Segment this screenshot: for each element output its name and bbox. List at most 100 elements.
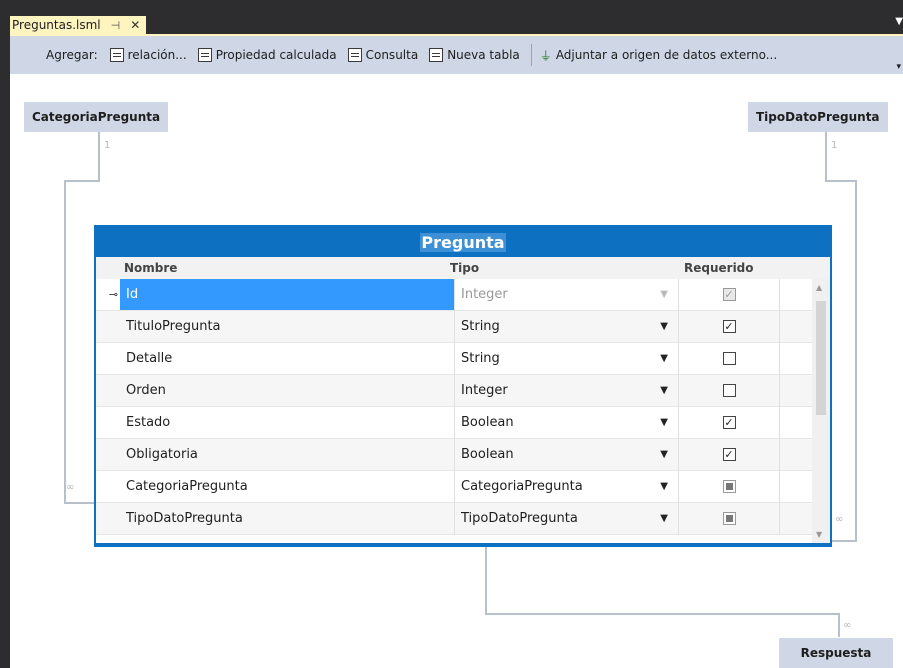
toolbar-separator	[530, 44, 532, 66]
add-computed-property-button[interactable]: Propiedad calculada	[197, 48, 337, 62]
categoria-multiplicity: 1	[104, 140, 111, 151]
property-name-cell[interactable]: Obligatoria	[120, 439, 454, 470]
entity-pregunta-title: Pregunta	[96, 227, 830, 257]
relation-icon	[109, 48, 124, 62]
connector-respuesta-up	[838, 613, 840, 637]
tipodato-multiplicity: 1	[831, 140, 838, 151]
property-type-value: Boolean	[461, 447, 514, 462]
pin-icon[interactable]: ⊣	[111, 19, 121, 32]
property-type-value: TipoDatoPregunta	[461, 511, 578, 526]
document-tab-title: Preguntas.lsml	[12, 18, 101, 32]
connector-right-to-table	[832, 540, 857, 542]
property-type-select[interactable]: CategoriaPregunta ▼	[454, 471, 678, 502]
property-type-select[interactable]: String ▼	[454, 311, 678, 342]
new-table-button[interactable]: Nueva tabla	[429, 48, 520, 62]
required-checkbox[interactable]: ✓	[722, 320, 736, 333]
column-header-name[interactable]: Nombre	[96, 261, 450, 275]
entity-tipo-dato-pregunta[interactable]: TipoDatoPregunta	[748, 102, 888, 132]
dropdown-arrow-icon[interactable]: ▼	[660, 449, 668, 460]
table-row[interactable]: Orden Integer ▼	[96, 375, 830, 407]
property-name-cell[interactable]: TituloPregunta	[120, 311, 454, 342]
property-type-select[interactable]: String ▼	[454, 343, 678, 374]
property-type-select[interactable]: Boolean ▼	[454, 439, 678, 470]
table-row[interactable]: Detalle String ▼	[96, 343, 830, 375]
add-relation-button[interactable]: relación...	[109, 48, 187, 62]
connector-left-to-table	[64, 502, 96, 504]
grid-header: Nombre Tipo Requerido	[96, 257, 830, 279]
required-checkbox[interactable]	[722, 512, 736, 525]
grid-scrollbar[interactable]: ▲ ▼	[812, 279, 830, 543]
entity-categoria-pregunta[interactable]: CategoriaPregunta	[24, 102, 169, 132]
document-tab[interactable]: Preguntas.lsml ⊣ ✕	[10, 16, 147, 34]
property-name-cell[interactable]: CategoriaPregunta	[120, 471, 454, 502]
computed-property-icon	[197, 48, 212, 62]
dropdown-arrow-icon[interactable]: ▼	[660, 353, 668, 364]
entity-pregunta-panel[interactable]: Pregunta Nombre Tipo Requerido ⊸ Id Intege…	[94, 225, 832, 547]
required-cell	[678, 343, 780, 374]
toolbar-label: Agregar:	[46, 48, 98, 62]
left-frame	[0, 36, 10, 668]
property-type-select[interactable]: Boolean ▼	[454, 407, 678, 438]
dropdown-arrow-icon[interactable]: ▼	[660, 385, 668, 396]
column-header-type[interactable]: Tipo	[450, 261, 684, 275]
table-row[interactable]: ⊸ Id Integer ▼ ✓	[96, 279, 830, 311]
connector-categoria-horizontal	[64, 180, 100, 182]
property-type-select[interactable]: TipoDatoPregunta ▼	[454, 503, 678, 534]
property-name-cell[interactable]: Detalle	[120, 343, 454, 374]
dropdown-arrow-icon[interactable]: ▼	[660, 513, 668, 524]
scroll-up-icon[interactable]: ▲	[816, 283, 822, 292]
right-many-multiplicity: ∞	[835, 514, 844, 525]
designer-canvas: 1 1 ∞ ∞ ∞ CategoriaPregunta TipoDatoPreg…	[10, 74, 903, 668]
dropdown-arrow-icon[interactable]: ▼	[660, 289, 668, 300]
required-checkbox[interactable]	[722, 352, 736, 365]
add-query-button[interactable]: Consulta	[347, 48, 418, 62]
new-table-label: Nueva tabla	[447, 48, 520, 62]
property-name-cell[interactable]: Id	[120, 279, 454, 310]
connector-table-down	[485, 547, 487, 613]
entity-respuesta-label: Respuesta	[800, 646, 872, 660]
close-icon[interactable]: ✕	[130, 18, 140, 32]
required-cell: ✓	[678, 279, 780, 310]
dropdown-arrow-icon[interactable]: ▼	[660, 321, 668, 332]
table-row[interactable]: Obligatoria Boolean ▼ ✓	[96, 439, 830, 471]
add-relation-label: relación...	[127, 48, 187, 62]
toolbar-overflow-icon[interactable]: ▾	[896, 62, 901, 72]
table-row[interactable]: TipoDatoPregunta TipoDatoPregunta ▼	[96, 503, 830, 535]
property-name-cell[interactable]: Estado	[120, 407, 454, 438]
dropdown-arrow-icon[interactable]: ▼	[660, 417, 668, 428]
connector-right-vertical	[855, 180, 857, 542]
property-type-value: Integer	[461, 287, 508, 302]
table-row[interactable]: TituloPregunta String ▼ ✓	[96, 311, 830, 343]
property-type-value: Boolean	[461, 415, 514, 430]
required-checkbox[interactable]	[722, 480, 736, 493]
required-cell: ✓	[678, 311, 780, 342]
attach-external-source-button[interactable]: ⏚ Adjuntar a origen de datos externo...	[540, 47, 777, 64]
required-checkbox[interactable]	[722, 384, 736, 397]
required-cell	[678, 503, 780, 534]
plug-icon: ⏚	[539, 48, 552, 63]
column-header-required[interactable]: Requerido	[684, 261, 784, 275]
scroll-thumb[interactable]	[816, 301, 826, 415]
designer-toolbar: Agregar: relación... Propiedad calculada…	[10, 36, 903, 74]
connector-tipodato-down	[825, 130, 827, 180]
required-cell	[678, 471, 780, 502]
property-type-value: CategoriaPregunta	[461, 479, 583, 494]
property-type-select[interactable]: Integer ▼	[454, 279, 678, 310]
required-checkbox[interactable]: ✓	[722, 448, 736, 461]
property-type-value: String	[461, 351, 500, 366]
required-checkbox[interactable]: ✓	[722, 416, 736, 429]
dropdown-arrow-icon[interactable]: ▼	[660, 481, 668, 492]
scroll-down-icon[interactable]: ▼	[816, 530, 822, 539]
entity-respuesta[interactable]: Respuesta	[779, 638, 893, 668]
table-row[interactable]: CategoriaPregunta CategoriaPregunta ▼	[96, 471, 830, 503]
required-checkbox[interactable]: ✓	[722, 288, 736, 301]
connector-left-vertical	[64, 180, 66, 502]
connector-to-respuesta	[485, 613, 839, 615]
property-name-cell[interactable]: TipoDatoPregunta	[120, 503, 454, 534]
key-icon: ⊸	[108, 288, 118, 301]
table-row[interactable]: Estado Boolean ▼ ✓	[96, 407, 830, 439]
tab-overflow-icon[interactable]: ▼	[895, 16, 903, 27]
connector-categoria-down	[98, 130, 100, 180]
property-name-cell[interactable]: Orden	[120, 375, 454, 406]
property-type-select[interactable]: Integer ▼	[454, 375, 678, 406]
